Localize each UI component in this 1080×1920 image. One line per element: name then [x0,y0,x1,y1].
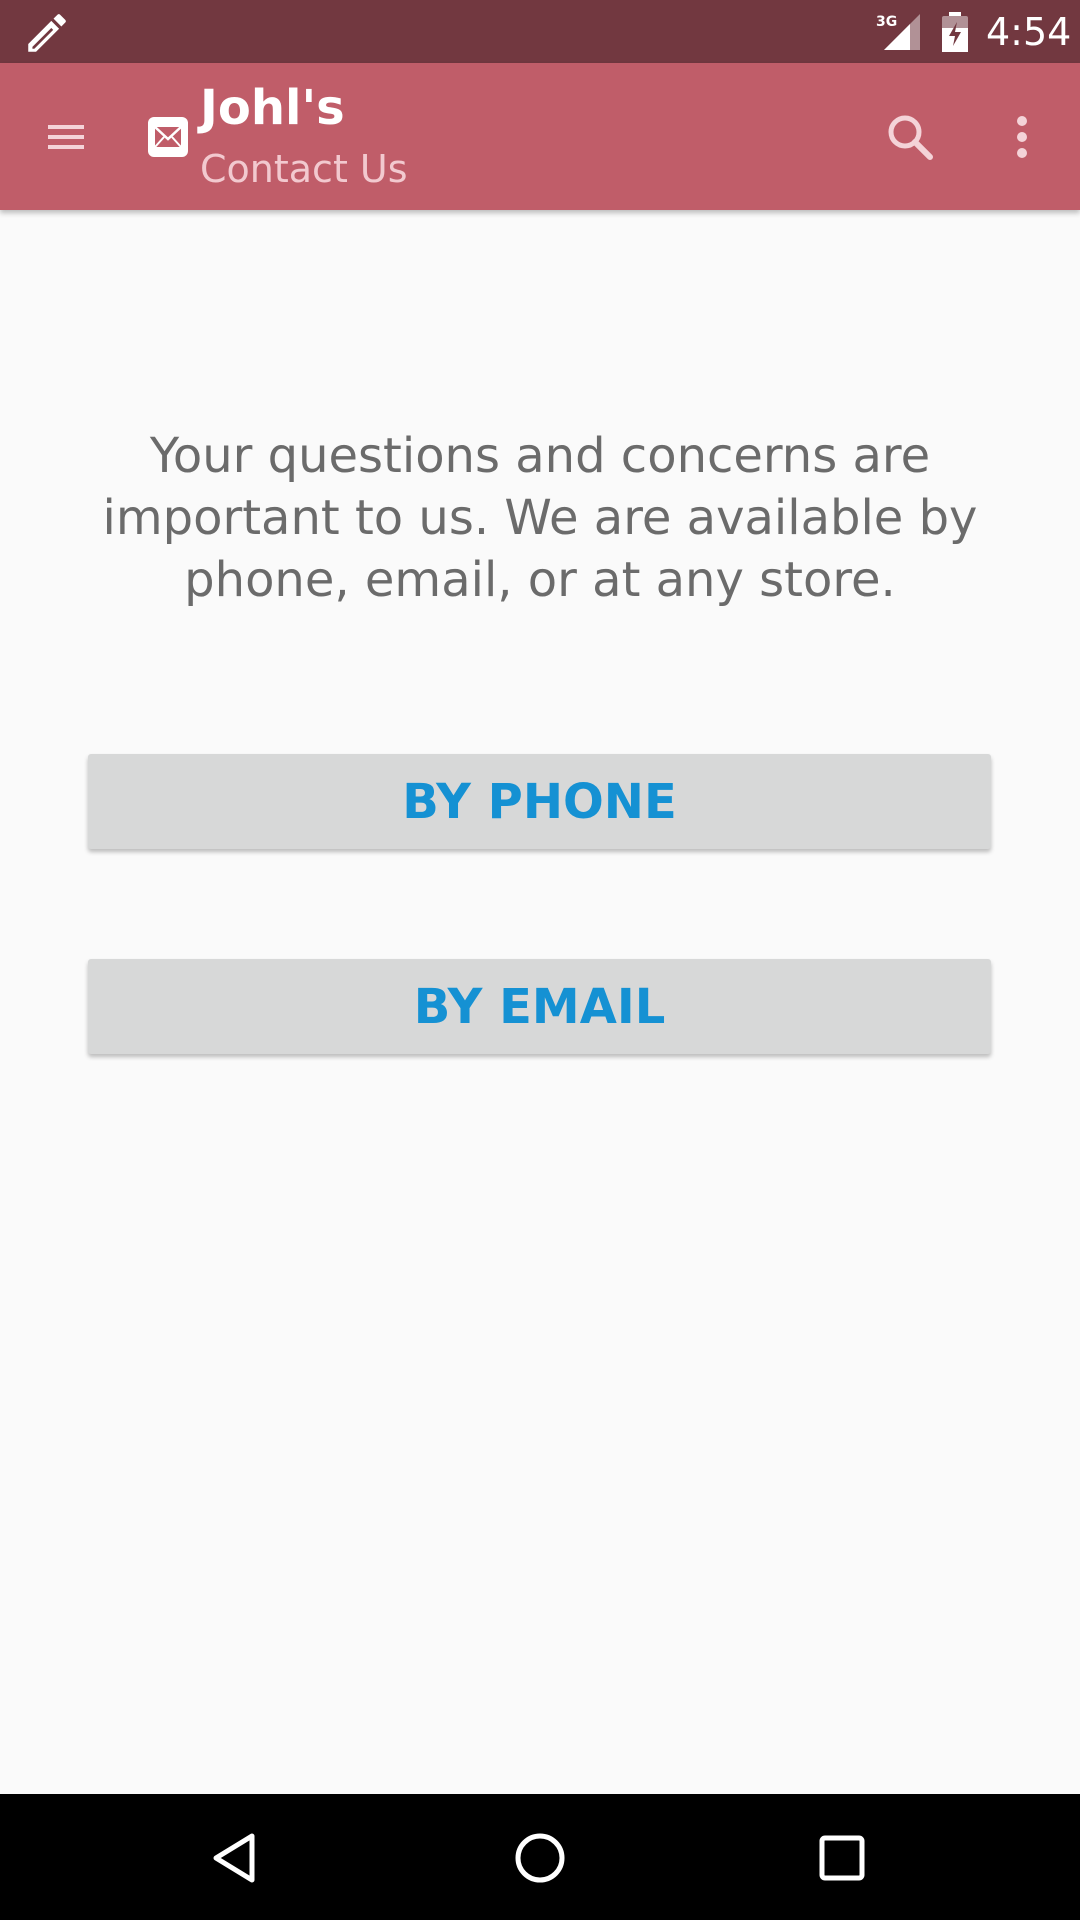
by-email-button[interactable]: BY EMAIL [88,959,991,1054]
recent-apps-icon[interactable] [812,1828,872,1888]
search-icon[interactable] [880,107,940,167]
email-icon [148,117,188,157]
clock: 4:54 [986,10,1072,54]
app-title: Johl's [200,80,345,136]
back-icon[interactable] [204,1828,264,1888]
pencil-icon [28,14,66,52]
by-phone-button[interactable]: BY PHONE [88,754,991,849]
signal-3g-icon: 3G [876,14,920,50]
svg-text:3G: 3G [876,14,897,30]
app-bar: Johl's Contact Us [0,63,1080,210]
more-vert-icon[interactable] [1000,107,1044,167]
page-subtitle: Contact Us [200,147,408,191]
home-icon[interactable] [510,1828,570,1888]
status-bar: 3G 4:54 [0,0,1080,63]
navigation-bar [0,1794,1080,1920]
battery-icon [942,12,968,52]
menu-icon[interactable] [36,107,96,167]
contact-intro-text: Your questions and concerns are importan… [102,428,978,608]
